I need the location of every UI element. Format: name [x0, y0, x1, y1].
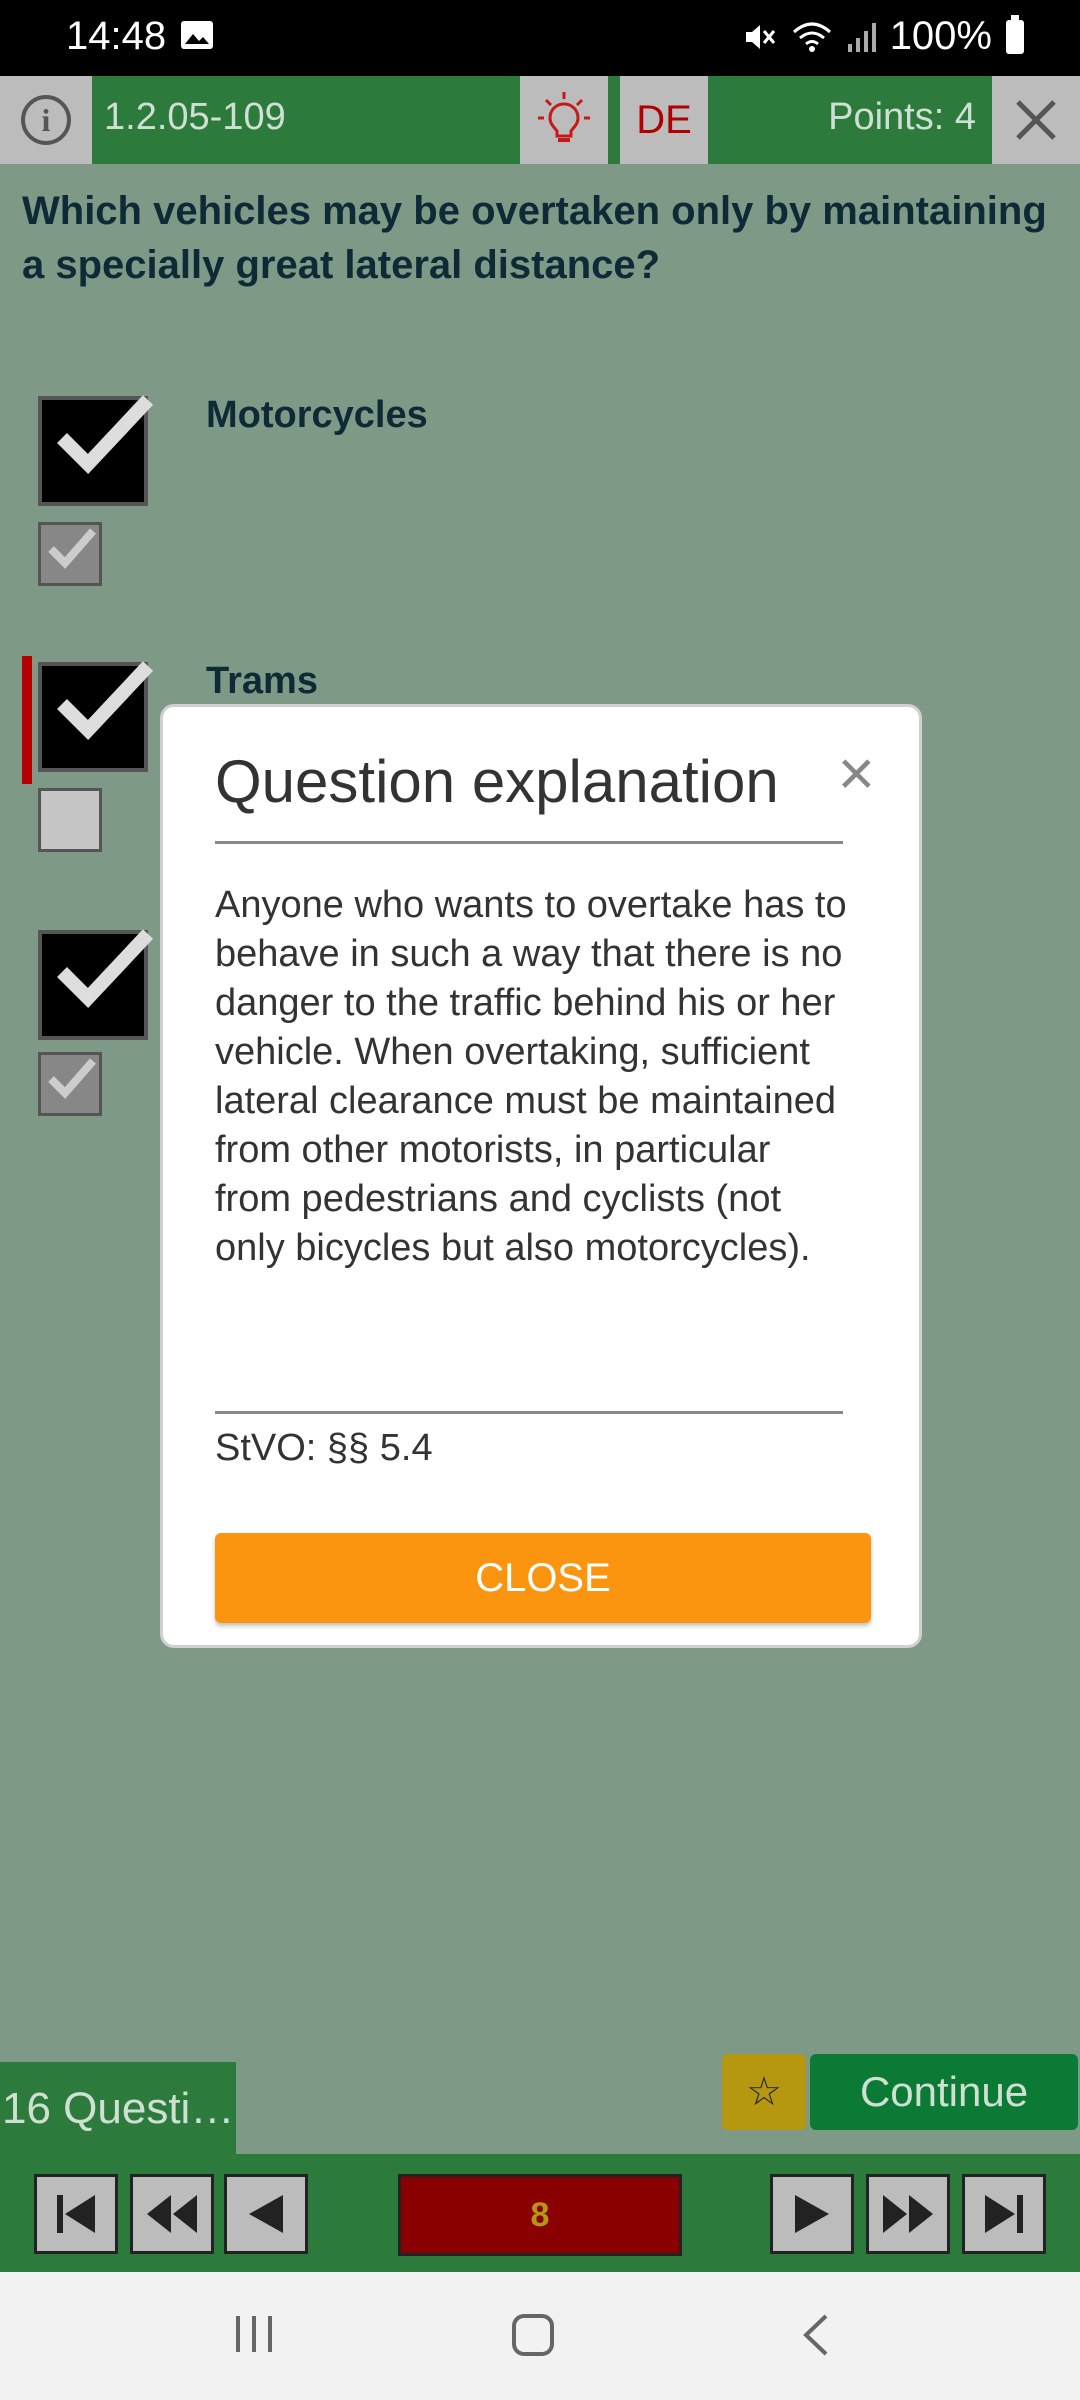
question-text: Which vehicles may be overtaken only by …	[22, 189, 1047, 287]
checkmark-icon	[48, 1058, 97, 1099]
status-bar: 14:48 100%	[0, 0, 1080, 76]
last-question-button[interactable]	[962, 2174, 1046, 2254]
close-icon	[1016, 100, 1056, 140]
checkmark-icon	[57, 929, 154, 1009]
battery-percent: 100%	[889, 14, 992, 58]
previous-question-button[interactable]	[224, 2174, 308, 2254]
dialog-body: Anyone who wants to overtake has to beha…	[215, 884, 847, 1269]
home-icon[interactable]	[510, 2312, 556, 2358]
answer-1-checkbox[interactable]	[38, 395, 154, 506]
image-notification-icon	[181, 21, 213, 49]
recent-apps-icon[interactable]	[232, 2312, 276, 2356]
info-button[interactable]: i	[0, 76, 92, 164]
question-id: 1.2.05-109	[104, 96, 286, 138]
question-count[interactable]: 16 Questi…	[0, 2062, 236, 2156]
answer-3-solution	[38, 1052, 102, 1116]
dialog-title: Question explanation	[215, 748, 779, 815]
system-navigation-bar	[0, 2272, 1080, 2400]
explanation-dialog: Question explanation × Anyone who wants …	[160, 704, 922, 1648]
fast-forward-button[interactable]	[866, 2174, 950, 2254]
rewind-button[interactable]	[130, 2174, 214, 2254]
answer-2-checkbox[interactable]	[38, 661, 154, 772]
wrong-answer-marker	[22, 656, 32, 784]
answer-1-label[interactable]: Motorcycles	[206, 394, 428, 437]
fast-forward-icon	[883, 2195, 933, 2233]
rewind-icon	[147, 2195, 197, 2233]
star-icon: ☆	[746, 2070, 782, 2114]
status-time: 14:48	[66, 14, 167, 58]
checkmark-icon	[48, 528, 97, 569]
points-label: Points: 4	[828, 96, 976, 138]
prev-icon	[249, 2195, 283, 2233]
wifi-icon	[792, 22, 831, 52]
language-button[interactable]: DE	[620, 76, 708, 164]
info-icon: i	[21, 95, 71, 145]
bookmark-button[interactable]: ☆	[722, 2054, 806, 2130]
dialog-close-button[interactable]: CLOSE	[215, 1533, 871, 1623]
status-icons: 100%	[742, 14, 1024, 59]
lightbulb-icon	[538, 92, 590, 142]
next-icon	[795, 2195, 829, 2233]
current-question-indicator[interactable]: 8	[398, 2174, 682, 2256]
mute-icon	[745, 24, 775, 49]
first-icon	[57, 2195, 95, 2233]
signal-icon	[847, 22, 876, 52]
answer-2-solution	[38, 788, 102, 852]
next-question-button[interactable]	[770, 2174, 854, 2254]
battery-icon	[1006, 14, 1024, 54]
divider	[215, 841, 843, 844]
checkmark-icon	[57, 661, 154, 741]
answer-3-checkbox[interactable]	[38, 929, 154, 1040]
answer-2-label[interactable]: Trams	[206, 660, 318, 703]
hint-button[interactable]	[520, 76, 608, 164]
dialog-reference: StVO: §§ 5.4	[215, 1427, 433, 1469]
checkmark-icon	[57, 395, 154, 475]
close-quiz-button[interactable]	[992, 76, 1080, 164]
last-icon	[985, 2195, 1023, 2233]
answer-1-solution	[38, 522, 102, 586]
continue-button[interactable]: Continue	[810, 2054, 1078, 2130]
dialog-close-icon[interactable]: ×	[838, 741, 875, 805]
back-icon[interactable]	[800, 2312, 832, 2358]
first-question-button[interactable]	[34, 2174, 118, 2254]
divider	[215, 1411, 843, 1414]
